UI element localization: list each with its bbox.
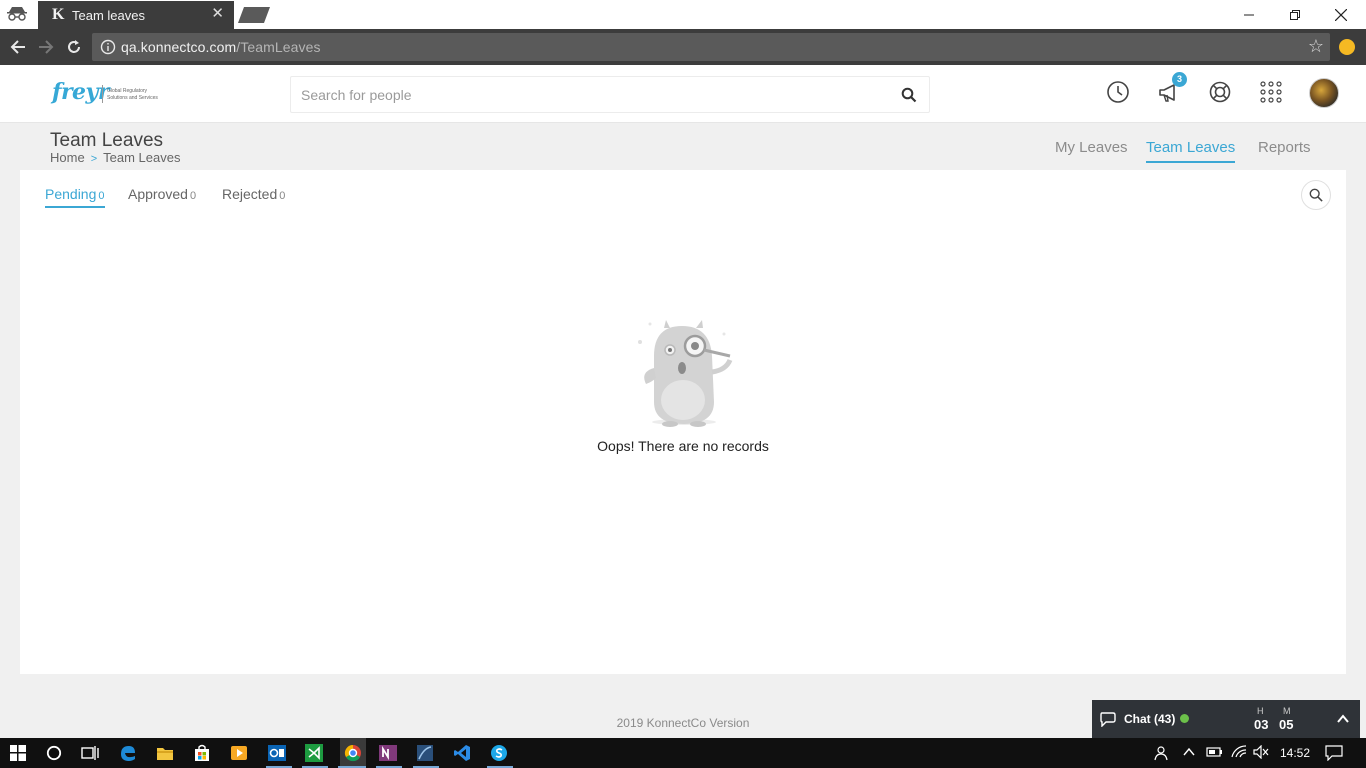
info-icon[interactable] (100, 39, 116, 55)
minutes-label: M (1283, 706, 1291, 716)
reload-button[interactable] (64, 37, 84, 57)
konnectco-favicon-icon: K (52, 6, 65, 23)
chat-widget[interactable]: Chat (43) H 03 M 05 (1092, 700, 1360, 738)
subtab-rejected-label: Rejected (222, 186, 278, 202)
leaves-card: Pending 0 Approved 0 Rejected 0 Oops! There… (20, 170, 1346, 674)
action-center-icon[interactable] (1325, 745, 1343, 764)
subtab-approved[interactable]: Approved 0 (128, 186, 196, 202)
clock-icon (1107, 81, 1129, 103)
logo-text: freyr (52, 79, 109, 105)
new-tab-button[interactable] (238, 7, 270, 23)
clock-button[interactable] (1105, 79, 1131, 105)
vscode-icon[interactable] (451, 742, 473, 764)
onenote-icon[interactable] (377, 742, 399, 764)
tab-title: Team leaves (72, 8, 145, 23)
outlook-icon[interactable] (266, 742, 288, 764)
breadcrumb-current: Team Leaves (103, 150, 181, 165)
tab-team-leaves[interactable]: Team Leaves (1146, 139, 1236, 163)
grid-icon (1260, 81, 1282, 103)
chevron-up-icon[interactable] (1336, 712, 1350, 726)
reload-icon (68, 40, 80, 53)
url-text: qa.konnectco.com/TeamLeaves (121, 39, 321, 55)
battery-icon[interactable] (1205, 745, 1223, 762)
windows-start-icon[interactable] (7, 742, 29, 764)
extension-icon[interactable] (1339, 39, 1355, 55)
online-status-dot (1180, 714, 1189, 723)
user-avatar[interactable] (1309, 78, 1339, 108)
filter-search-button[interactable] (1301, 180, 1331, 210)
empty-state-message: Oops! There are no records (597, 438, 769, 454)
forward-button[interactable] (36, 37, 56, 57)
restore-button[interactable] (1272, 0, 1318, 29)
file-explorer-icon[interactable] (154, 742, 176, 764)
close-window-button[interactable] (1318, 0, 1364, 29)
skype-icon[interactable] (488, 742, 510, 764)
breadcrumb: Home > Team Leaves (50, 150, 180, 165)
url-path: /TeamLeaves (236, 39, 321, 55)
hours-value: 03 (1254, 717, 1269, 732)
bookmark-star-icon[interactable]: ☆ (1308, 37, 1324, 55)
url-host: qa.konnectco.com (121, 39, 237, 55)
browser-titlebar: K Team leaves ✕ (0, 0, 1366, 29)
search-icon[interactable] (901, 87, 917, 103)
logo-divider (102, 85, 103, 103)
subtab-approved-count: 0 (189, 190, 197, 202)
incognito-icon (7, 7, 27, 21)
visual-studio-icon[interactable] (303, 742, 325, 764)
logo-subtitle-2: Solutions and Services (107, 95, 158, 101)
subtab-pending-count: 0 (98, 190, 105, 202)
logo-subtitle-1: Global Regulatory (107, 88, 148, 94)
clock-time[interactable]: 14:52 (1280, 746, 1310, 760)
tab-close-icon[interactable]: ✕ (211, 6, 224, 22)
people-search-box (290, 76, 930, 113)
empty-state-monster-icon (638, 320, 733, 427)
arrow-left-icon (10, 40, 25, 54)
page-title: Team Leaves (50, 130, 164, 151)
tray-chevron-up-icon[interactable] (1182, 745, 1196, 762)
wifi-icon[interactable] (1231, 745, 1247, 762)
sql-server-icon[interactable] (414, 742, 436, 764)
browser-toolbar: qa.konnectco.com/TeamLeaves ☆ (0, 29, 1366, 65)
subtab-approved-label: Approved (128, 186, 188, 202)
arrow-right-icon (39, 40, 54, 54)
tab-reports[interactable]: Reports (1258, 139, 1311, 156)
edge-browser-icon[interactable] (117, 742, 139, 764)
media-player-icon[interactable] (228, 742, 250, 764)
browser-tab[interactable]: K Team leaves ✕ (38, 1, 234, 29)
task-view-icon[interactable] (79, 742, 101, 764)
people-search-input[interactable] (301, 84, 881, 106)
breadcrumb-chevron-icon: > (90, 153, 98, 165)
back-button[interactable] (8, 37, 28, 57)
chat-bubble-icon (1100, 712, 1116, 727)
people-icon[interactable] (1152, 745, 1168, 764)
app-header: freyr Global Regulatory Solutions and Se… (0, 65, 1366, 123)
address-bar[interactable]: qa.konnectco.com/TeamLeaves ☆ (92, 33, 1330, 61)
volume-muted-icon[interactable] (1253, 744, 1269, 762)
apps-button[interactable] (1258, 79, 1284, 105)
subtab-rejected[interactable]: Rejected 0 (222, 186, 285, 202)
subtab-rejected-count: 0 (279, 190, 286, 202)
subtab-pending[interactable]: Pending 0 (45, 186, 105, 208)
minutes-value: 05 (1279, 717, 1294, 732)
search-icon (1309, 188, 1323, 202)
cortana-search-icon[interactable] (43, 742, 65, 764)
lifebuoy-icon (1209, 81, 1231, 103)
windows-taskbar: 14:52 (0, 738, 1366, 768)
breadcrumb-home[interactable]: Home (50, 150, 85, 165)
hours-label: H (1257, 706, 1264, 716)
minimize-button[interactable] (1226, 0, 1272, 29)
subtab-pending-label: Pending (45, 186, 97, 202)
store-icon[interactable] (191, 742, 213, 764)
tab-my-leaves[interactable]: My Leaves (1055, 139, 1128, 156)
chat-label: Chat (43) (1124, 712, 1176, 726)
notification-badge: 3 (1172, 72, 1187, 87)
chrome-taskbar-icon[interactable] (340, 738, 366, 768)
freyr-logo[interactable]: freyr Global Regulatory Solutions and Se… (52, 79, 162, 109)
help-button[interactable] (1207, 79, 1233, 105)
